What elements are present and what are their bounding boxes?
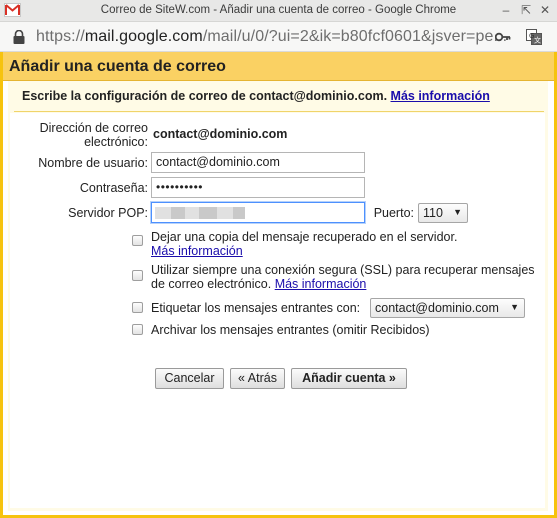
dialog-header: Añadir una cuenta de correo xyxy=(3,52,554,81)
pop-server-label: Servidor POP: xyxy=(68,206,148,220)
redacted-block xyxy=(233,207,245,219)
cancel-button[interactable]: Cancelar xyxy=(155,368,224,389)
email-label: Dirección de correo electrónico: xyxy=(39,121,148,149)
dialog-body: Escribe la configuración de correo de co… xyxy=(8,81,548,511)
chevron-down-icon: ▼ xyxy=(453,207,462,217)
email-value: contact@dominio.com xyxy=(153,127,288,141)
settings-form: Dirección de correo electrónico: contact… xyxy=(10,113,545,508)
username-label: Nombre de usuario: xyxy=(38,156,148,170)
back-button[interactable]: « Atrás xyxy=(230,368,285,389)
redacted-block xyxy=(217,207,233,219)
key-icon[interactable] xyxy=(495,31,511,43)
dialog-title: Añadir una cuenta de correo xyxy=(9,58,226,75)
port-value: 110 xyxy=(423,206,443,220)
dialog-subheader: Escribe la configuración de correo de co… xyxy=(22,89,490,103)
password-mask: •••••••••• xyxy=(156,180,204,194)
add-account-button[interactable]: Añadir cuenta » xyxy=(291,368,407,389)
more-info-link[interactable]: Más información xyxy=(391,89,490,103)
url-path: /mail/u/0/?ui=2&ik=b80fcf0601&jsver=pe..… xyxy=(202,28,508,45)
port-label: Puerto: xyxy=(373,206,414,220)
lock-icon xyxy=(13,30,25,44)
address-bar[interactable]: https://mail.google.com/mail/u/0/?ui=2&i… xyxy=(0,22,557,52)
redacted-block xyxy=(171,207,185,219)
add-account-dialog: Añadir una cuenta de correo Escribe la c… xyxy=(0,52,557,518)
redacted-block xyxy=(155,207,171,219)
redacted-block xyxy=(199,207,217,219)
url-host: mail.google.com xyxy=(84,28,203,45)
leave-copy-checkbox[interactable] xyxy=(132,235,143,246)
leave-copy-more-info-link[interactable]: Más información xyxy=(151,244,243,258)
label-select[interactable]: contact@dominio.com ▼ xyxy=(370,298,525,318)
leave-copy-label: Dejar una copia del mensaje recuperado e… xyxy=(151,230,458,244)
close-icon[interactable]: ✕ xyxy=(537,2,553,18)
minimize-icon[interactable]: – xyxy=(498,2,514,18)
leave-copy-option: Dejar una copia del mensaje recuperado e… xyxy=(151,230,531,258)
chevron-down-icon: ▼ xyxy=(510,302,519,312)
url-text[interactable]: https://mail.google.com/mail/u/0/?ui=2&i… xyxy=(36,28,507,46)
archive-checkbox[interactable] xyxy=(132,324,143,335)
maximize-icon[interactable]: ⇱ xyxy=(518,2,534,18)
svg-text:文: 文 xyxy=(534,36,541,45)
label-select-value: contact@dominio.com xyxy=(375,301,499,315)
password-field[interactable]: •••••••••• xyxy=(151,177,365,198)
label-incoming-label: Etiquetar los mensajes entrantes con: xyxy=(151,301,361,315)
label-incoming-checkbox[interactable] xyxy=(132,302,143,313)
divider xyxy=(14,111,544,112)
pop-server-field[interactable] xyxy=(151,202,365,223)
ssl-option: Utilizar siempre una conexión segura (SS… xyxy=(151,263,536,291)
ssl-more-info-link[interactable]: Más información xyxy=(275,277,367,291)
password-label: Contraseña: xyxy=(79,181,148,195)
ssl-checkbox[interactable] xyxy=(132,270,143,281)
window-title: Correo de SiteW.com - Añadir una cuenta … xyxy=(100,4,457,16)
translate-icon[interactable]: G 文 xyxy=(526,29,542,45)
url-scheme: https:// xyxy=(36,28,85,45)
archive-label: Archivar los mensajes entrantes (omitir … xyxy=(151,323,430,337)
window-titlebar: Correo de SiteW.com - Añadir una cuenta … xyxy=(0,0,557,22)
port-select[interactable]: 110 ▼ xyxy=(418,203,468,223)
redacted-block xyxy=(185,207,199,219)
username-field[interactable]: contact@dominio.com xyxy=(151,152,365,173)
subheader-text: Escribe la configuración de correo de co… xyxy=(22,89,388,103)
